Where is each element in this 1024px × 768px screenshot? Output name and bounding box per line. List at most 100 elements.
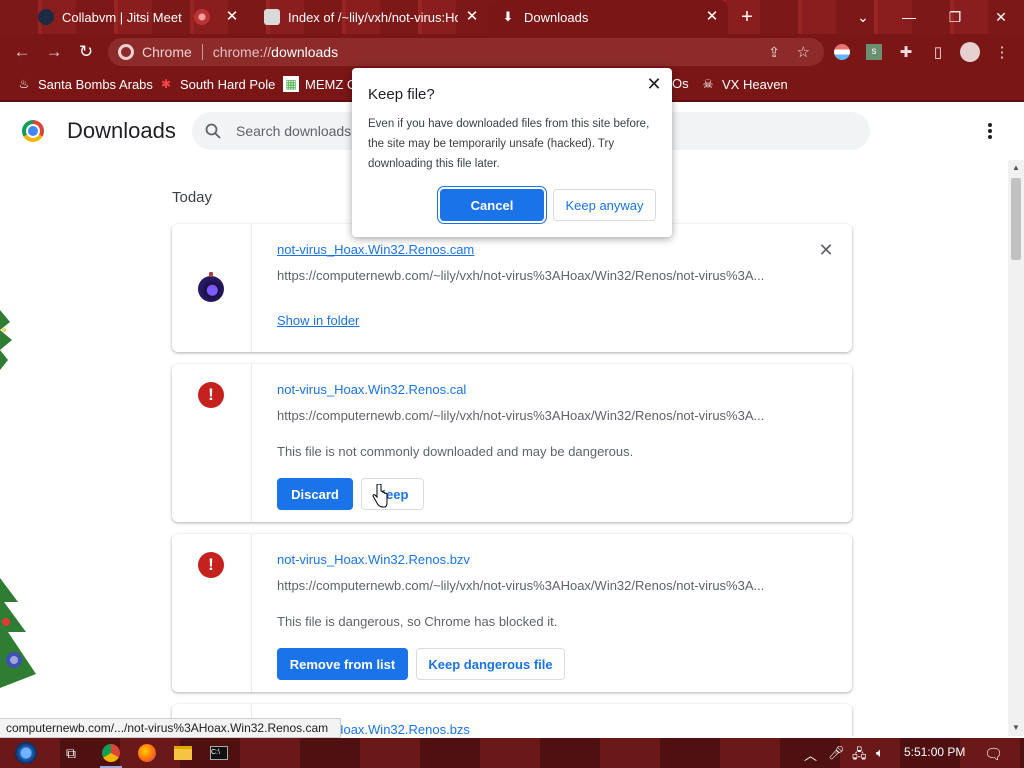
keep-dangerous-file-button[interactable]: Keep dangerous file <box>416 648 565 680</box>
bookmark-label: Os <box>672 76 689 91</box>
scroll-down-icon[interactable]: ▼ <box>1012 724 1020 732</box>
dialog-cancel-button[interactable]: Cancel <box>440 189 544 221</box>
discard-button[interactable]: Discard <box>277 478 353 510</box>
start-button-icon[interactable] <box>8 741 44 765</box>
network-icon[interactable]: 🖧︎ <box>852 745 867 767</box>
chrome-menu-icon[interactable]: ⋮ <box>992 42 1012 62</box>
vertical-scrollbar[interactable]: ▲ ▼ <box>1008 160 1024 736</box>
folder-icon <box>264 9 280 25</box>
file-name: not-virus_Hoax.Win32.Renos.cal <box>277 382 467 397</box>
file-explorer-taskbar-icon[interactable] <box>168 741 198 765</box>
dialog-title: Keep file? <box>368 86 435 103</box>
show-in-folder-link[interactable]: Show in folder <box>277 313 359 328</box>
side-panel-icon[interactable]: ▯ <box>928 42 948 62</box>
chrome-taskbar-icon[interactable] <box>96 741 126 768</box>
bookmark-santa[interactable]: ♨ Santa Bombs Arabs <box>16 76 153 92</box>
extension-flag-icon[interactable] <box>832 42 852 62</box>
task-view-icon[interactable]: ⧉ <box>56 741 86 765</box>
chrome-icon <box>118 44 134 60</box>
file-name-link[interactable]: not-virus_Hoax.Win32.Renos.cam <box>277 242 474 257</box>
bomb-orb-icon <box>198 272 224 302</box>
download-item: ! not-virus_Hoax.Win32.Renos.bzv https:/… <box>172 534 852 692</box>
share-icon[interactable]: ⇪ <box>768 44 780 61</box>
bookmark-star-icon[interactable]: ☆ <box>797 43 810 61</box>
christmas-tree-decoration-icon <box>0 310 12 370</box>
close-window-icon[interactable]: ✕ <box>978 0 1024 34</box>
restore-icon[interactable]: ❐ <box>932 0 978 34</box>
scroll-up-icon[interactable]: ▲ <box>1012 164 1020 172</box>
extensions-puzzle-icon[interactable]: ✚ <box>896 42 916 62</box>
profile-avatar-icon[interactable] <box>960 42 980 62</box>
warning-icon: ! <box>198 382 224 408</box>
close-tab-icon[interactable]: ✕ <box>224 9 240 25</box>
volume-icon[interactable]: 🔈︎ <box>876 745 884 761</box>
bookmark-label: Santa Bombs Arabs <box>38 76 153 92</box>
url-host: downloads <box>271 44 339 60</box>
tab-index-of[interactable]: Index of /~lily/vxh/not-virus:Hoax ✕ <box>252 0 488 34</box>
bookmark-vx-heaven[interactable]: ☠ VX Heaven <box>700 76 788 92</box>
memz-icon: ▦ <box>283 76 299 92</box>
more-actions-icon[interactable] <box>980 120 1000 142</box>
bookmark-label: MEMZ C <box>305 76 357 92</box>
back-icon[interactable]: ← <box>10 40 34 64</box>
windows-taskbar: ⧉ C:\ ︿ 🎤︎ 🖧︎ 🔈︎ 🗨︎ <box>0 738 1024 768</box>
taskbar-clock[interactable]: 5:51:00 PM <box>904 745 965 759</box>
dialog-keep-anyway-button[interactable]: Keep anyway <box>553 189 656 221</box>
reload-icon[interactable]: ↻ <box>74 40 98 64</box>
close-tab-icon[interactable]: ✕ <box>704 9 720 25</box>
file-icon-column: ! <box>172 534 252 692</box>
dialog-body-text: Even if you have downloaded files from t… <box>368 118 650 170</box>
extension-s-icon[interactable]: s <box>864 42 884 62</box>
danger-warning-text: This file is not commonly downloaded and… <box>277 444 634 459</box>
forward-icon[interactable]: → <box>42 40 66 64</box>
url-scheme: chrome:// <box>212 44 272 60</box>
remove-item-icon[interactable]: ✕ <box>816 240 836 260</box>
bookmark-label: South Hard Pole <box>180 76 276 92</box>
toolbar: ← → ↻ Chrome chrome:// downloads ⇪ ☆ s ✚… <box>0 34 1024 70</box>
tab-search-icon[interactable]: ⌄ <box>840 0 886 34</box>
file-name: not-virus_Hoax.Win32.Renos.bzv <box>277 552 470 567</box>
remove-from-list-button[interactable]: Remove from list <box>277 648 408 680</box>
danger-warning-text: This file is dangerous, so Chrome has bl… <box>277 614 558 629</box>
new-tab-icon[interactable]: + <box>736 6 758 28</box>
skull-icon: ☠ <box>702 77 714 91</box>
download-item: not-virus_Hoax.Win32.Renos.cam https://c… <box>172 224 852 352</box>
snowflake-icon: ✱ <box>160 77 172 91</box>
jitsi-icon <box>38 9 54 25</box>
hand-cursor-icon <box>372 484 388 508</box>
close-tab-icon[interactable]: ✕ <box>464 9 480 25</box>
chrome-logo-icon <box>22 120 44 142</box>
show-hidden-icons-icon[interactable]: ︿ <box>804 745 817 764</box>
omnibox-separator <box>201 44 203 60</box>
scrollbar-thumb[interactable] <box>1011 178 1021 260</box>
bookmark-label: VX Heaven <box>722 76 788 92</box>
omnibox-chip-label: Chrome <box>142 44 192 60</box>
bookmark-os[interactable]: Os <box>672 76 689 91</box>
download-item: ! not-virus_Hoax.Win32.Renos.cal https:/… <box>172 364 852 522</box>
file-source-url[interactable]: https://computernewb.com/~lily/vxh/not-v… <box>277 268 777 283</box>
microphone-icon[interactable]: 🎤︎ <box>828 745 845 761</box>
firefox-taskbar-icon[interactable] <box>132 741 162 765</box>
tab-downloads[interactable]: ⬇ Downloads ✕ <box>488 0 728 34</box>
bookmark-memz[interactable]: ▦ MEMZ C <box>283 76 356 92</box>
file-icon-column: ! <box>172 364 252 522</box>
minimize-icon[interactable]: — <box>886 0 932 34</box>
command-prompt-taskbar-icon[interactable]: C:\ <box>204 741 234 765</box>
file-source-url[interactable]: https://computernewb.com/~lily/vxh/not-v… <box>277 578 777 593</box>
search-icon <box>204 122 222 140</box>
file-icon-column <box>172 224 252 352</box>
keep-button[interactable]: Keep <box>361 478 424 510</box>
omnibox-chip: Chrome <box>118 44 192 60</box>
address-bar[interactable]: Chrome chrome:// downloads ⇪ ☆ <box>108 38 824 66</box>
dialog-close-icon[interactable]: ✕ <box>644 74 664 94</box>
tab-jitsi[interactable]: Collabvm | Jitsi Meet ✕ <box>26 0 248 34</box>
bookmark-south-hard-pole[interactable]: ✱ South Hard Pole <box>158 76 275 92</box>
christmas-tree-decoration-icon <box>0 578 36 688</box>
keep-file-dialog: Keep file? ✕ Even if you have downloaded… <box>352 68 672 237</box>
tab-title: Collabvm | Jitsi Meet <box>62 9 182 25</box>
warning-icon: ! <box>198 552 224 578</box>
tab-title: Downloads <box>524 9 589 25</box>
action-center-icon[interactable]: 🗨︎ <box>984 745 1003 763</box>
tab-title: Index of /~lily/vxh/not-virus:Hoax <box>288 9 458 25</box>
file-source-url[interactable]: https://computernewb.com/~lily/vxh/not-v… <box>277 408 777 423</box>
